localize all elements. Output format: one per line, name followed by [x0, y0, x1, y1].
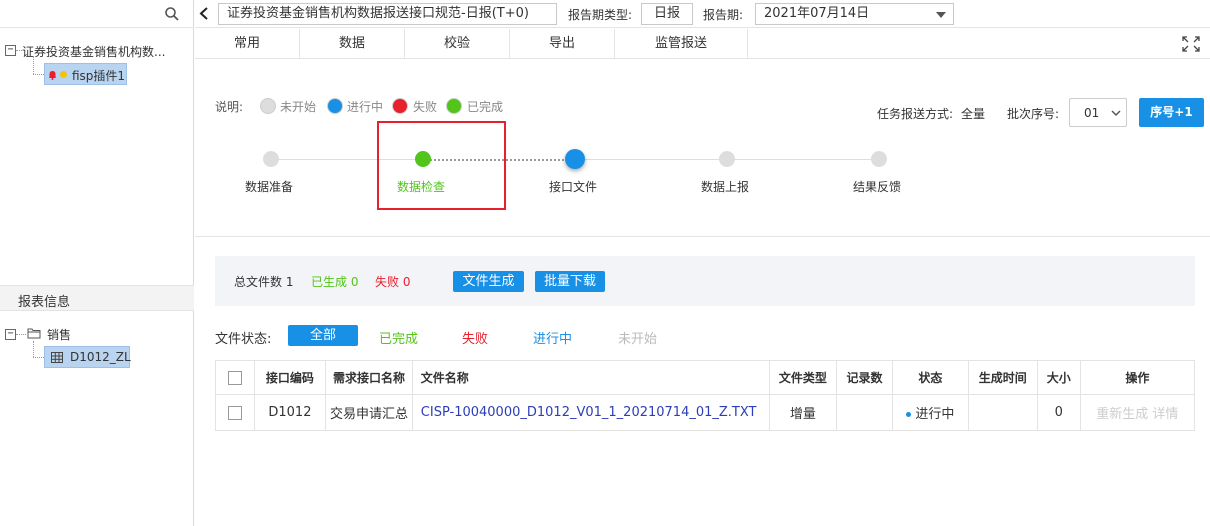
left-search-bar	[0, 0, 194, 28]
legend-failed-label: 失败	[413, 100, 438, 114]
detail-link[interactable]: 详情	[1152, 407, 1178, 422]
highlight-box	[377, 121, 506, 210]
row-select[interactable]	[215, 394, 255, 431]
period-date-value: 2021年07月14日	[764, 6, 870, 21]
file-status-label: 文件状态:	[215, 332, 272, 347]
step-label-data-prep: 数据准备	[245, 180, 294, 194]
menu-regulatory-submit[interactable]: 监管报送	[615, 29, 748, 59]
summary-bar: 总文件数 1 已生成 0 失败 0 文件生成 批量下载	[215, 256, 1195, 306]
summary-total: 总文件数 1	[234, 275, 294, 289]
running-dot-icon	[906, 412, 912, 417]
header-name: 需求接口名称	[325, 360, 413, 395]
menu-data[interactable]: 数据	[300, 29, 405, 59]
chevron-down-icon	[1111, 110, 1121, 117]
header-records: 记录数	[836, 360, 894, 395]
step-label-result-feedback: 结果反馈	[853, 180, 902, 194]
step-label-interface-file: 接口文件	[549, 180, 598, 194]
status-dot-icon	[60, 71, 67, 78]
header-select-all[interactable]	[215, 360, 255, 395]
mode-label: 任务报送方式:	[877, 107, 954, 121]
tree-child-label: fisp插件1	[72, 69, 126, 83]
tree-node-d1012[interactable]: D1012_ZL	[44, 346, 131, 368]
tree-node-fisp-plugin[interactable]: fisp插件1	[44, 63, 127, 85]
header-file: 文件名称	[411, 360, 770, 395]
header-actions: 操作	[1079, 360, 1196, 395]
legend-prefix: 说明:	[215, 100, 244, 114]
legend-not-started-label: 未开始	[280, 100, 317, 114]
summary-failed: 失败 0	[375, 275, 411, 289]
step-dot-data-prep	[263, 151, 279, 167]
tree-root-label[interactable]: 证券投资基金销售机构数...	[22, 43, 165, 60]
table-header-row: 接口编码 需求接口名称 文件名称 文件类型 记录数 状态 生成时间 大小 操作	[215, 360, 1196, 395]
cell-time	[967, 394, 1038, 431]
table-row: D1012 交易申请汇总 CISP-10040000_D1012_V01_1_2…	[215, 394, 1196, 431]
filter-failed[interactable]: 失败	[462, 328, 488, 347]
step-dot-data-submit	[719, 151, 735, 167]
cell-status-text: 进行中	[915, 407, 955, 422]
cell-size: 0	[1036, 394, 1081, 431]
period-label: 报告期:	[703, 8, 744, 22]
cell-name: 交易申请汇总	[325, 394, 413, 431]
tree-collapse-icon[interactable]: −	[5, 329, 16, 340]
step-label-data-submit: 数据上报	[701, 180, 750, 194]
report-info-header: 报表信息	[0, 285, 194, 311]
section-divider	[195, 236, 1210, 237]
search-icon[interactable]	[163, 5, 181, 23]
cell-actions: 重新生成 详情	[1079, 394, 1196, 431]
period-type-select[interactable]: 日报	[641, 3, 693, 25]
header-type: 文件类型	[768, 360, 838, 395]
legend-running-icon	[328, 99, 342, 113]
mode-value: 全量	[961, 107, 986, 121]
filter-all-button[interactable]: 全部	[288, 325, 358, 346]
filter-not-started[interactable]: 未开始	[618, 328, 657, 347]
file-table: 接口编码 需求接口名称 文件名称 文件类型 记录数 状态 生成时间 大小 操作 …	[215, 360, 1196, 431]
tree-collapse-icon[interactable]: −	[5, 45, 16, 56]
menu-validate[interactable]: 校验	[405, 29, 510, 59]
batch-download-button[interactable]: 批量下载	[535, 271, 605, 292]
cell-file-link[interactable]: CISP-10040000_D1012_V01_1_20210714_01_Z.…	[411, 394, 770, 431]
legend-failed-icon	[393, 99, 407, 113]
report-title-box: 证券投资基金销售机构数据报送接口规范-日报(T+0)	[218, 3, 557, 25]
batch-select[interactable]: 01	[1069, 98, 1127, 127]
bell-icon	[48, 69, 57, 80]
increment-batch-button[interactable]: 序号+1	[1139, 98, 1204, 127]
fullscreen-icon[interactable]	[1182, 36, 1200, 52]
header-time: 生成时间	[967, 360, 1038, 395]
legend-not-started-icon	[261, 99, 275, 113]
period-type-label: 报告期类型:	[568, 8, 633, 22]
period-date-select[interactable]: 2021年07月14日	[755, 3, 954, 25]
menu-export[interactable]: 导出	[510, 29, 615, 59]
folder-icon	[27, 328, 41, 339]
generate-files-button[interactable]: 文件生成	[453, 271, 524, 292]
step-dot-interface-file	[565, 149, 585, 169]
chevron-left-icon[interactable]	[199, 7, 209, 20]
summary-done: 已生成 0	[311, 275, 359, 289]
left-panel: − 证券投资基金销售机构数... fisp插件1 报表信息 − 销售 D1012…	[0, 0, 194, 526]
header-size: 大小	[1036, 360, 1081, 395]
cell-code: D1012	[253, 394, 327, 431]
batch-label: 批次序号:	[1007, 107, 1060, 121]
legend-done-label: 已完成	[467, 100, 504, 114]
legend-done-icon	[447, 99, 461, 113]
cell-records	[836, 394, 894, 431]
batch-value: 01	[1084, 106, 1100, 120]
menu-bar: 常用 数据 校验 导出 监管报送	[195, 29, 1210, 59]
tree-folder-label[interactable]: 销售	[47, 326, 71, 343]
caret-down-icon	[936, 12, 946, 18]
top-toolbar: 证券投资基金销售机构数据报送接口规范-日报(T+0) 报告期类型: 日报 报告期…	[195, 0, 1210, 28]
header-status: 状态	[892, 360, 969, 395]
step-dot-result-feedback	[871, 151, 887, 167]
row-checkbox[interactable]	[227, 405, 242, 420]
cell-status: 进行中	[892, 394, 969, 431]
cell-type: 增量	[768, 394, 838, 431]
legend-running-label: 进行中	[347, 100, 384, 114]
select-all-checkbox[interactable]	[227, 370, 242, 385]
menu-common[interactable]: 常用	[195, 29, 300, 59]
header-code: 接口编码	[253, 360, 327, 395]
tree-item-label: D1012_ZL	[70, 350, 131, 364]
table-icon	[51, 352, 63, 363]
regenerate-link[interactable]: 重新生成	[1096, 407, 1148, 422]
filter-running[interactable]: 进行中	[533, 328, 572, 347]
filter-done[interactable]: 已完成	[379, 328, 418, 347]
